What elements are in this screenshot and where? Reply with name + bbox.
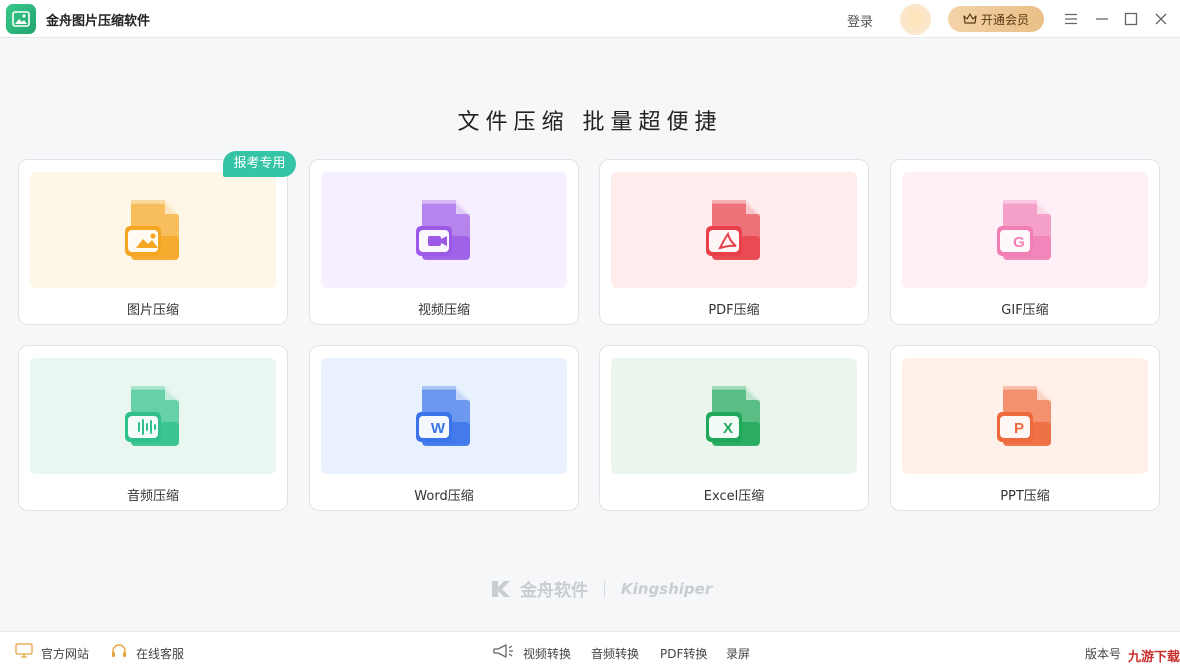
card-illustration xyxy=(30,358,276,474)
footer-bar: 官方网站 在线客服 视频转换 音频转换 PDF转换 录屏 版本号 xyxy=(0,631,1180,665)
card-video-compress[interactable]: 视频压缩 xyxy=(309,159,579,325)
crown-icon xyxy=(963,13,977,24)
screen-record-link[interactable]: 录屏 xyxy=(726,645,750,662)
audio-file-icon xyxy=(121,382,185,450)
pdf-convert-link[interactable]: PDF转换 xyxy=(660,645,707,662)
monitor-icon xyxy=(15,643,33,658)
vip-button[interactable]: 开通会员 xyxy=(948,6,1044,32)
video-file-icon xyxy=(412,196,476,264)
app-logo-icon xyxy=(6,4,36,34)
card-gif-compress[interactable]: G GIF压缩 xyxy=(890,159,1160,325)
exam-badge: 报考专用 xyxy=(223,151,296,177)
card-illustration: G xyxy=(902,172,1148,288)
online-service-link[interactable]: 在线客服 xyxy=(136,645,184,662)
card-ppt-compress[interactable]: P PPT压缩 xyxy=(890,345,1160,511)
word-file-icon: W xyxy=(412,382,476,450)
brand-divider xyxy=(604,580,605,597)
headset-icon xyxy=(112,644,126,657)
page-headline: 文件压缩 批量超便捷 xyxy=(457,110,723,135)
card-illustration: W xyxy=(321,358,567,474)
card-illustration xyxy=(30,172,276,288)
card-illustration xyxy=(611,172,857,288)
image-file-icon xyxy=(121,196,185,264)
menu-icon[interactable] xyxy=(1061,9,1081,29)
avatar[interactable] xyxy=(900,4,931,35)
title-bar: 金舟图片压缩软件 登录 开通会员 xyxy=(0,0,1180,38)
site-watermark: 九游下载网 xyxy=(1128,650,1180,665)
close-icon[interactable] xyxy=(1151,9,1171,29)
official-website-link[interactable]: 官方网站 xyxy=(41,645,89,662)
brand-name-cn: 金舟软件 xyxy=(520,581,588,601)
card-pdf-compress[interactable]: PDF压缩 xyxy=(599,159,869,325)
svg-text:P: P xyxy=(1014,420,1024,437)
brand-name-en: Kingshiper xyxy=(621,579,713,598)
app-title: 金舟图片压缩软件 xyxy=(46,14,151,29)
maximize-icon[interactable] xyxy=(1121,9,1141,29)
brand-logo-icon xyxy=(492,580,510,597)
login-link[interactable]: 登录 xyxy=(847,11,873,30)
card-label: 图片压缩 xyxy=(126,303,179,318)
card-illustration xyxy=(321,172,567,288)
card-audio-compress[interactable]: 音频压缩 xyxy=(18,345,288,511)
ppt-file-icon: P xyxy=(993,382,1057,450)
svg-text:W: W xyxy=(431,420,446,437)
card-image-compress[interactable]: 图片压缩 xyxy=(18,159,288,325)
gif-file-icon: G xyxy=(993,196,1057,264)
card-excel-compress[interactable]: X Excel压缩 xyxy=(599,345,869,511)
video-convert-link[interactable]: 视频转换 xyxy=(523,645,571,662)
pdf-file-icon xyxy=(702,196,766,264)
card-label: GIF压缩 xyxy=(1001,303,1049,318)
svg-text:G: G xyxy=(1013,234,1025,251)
brand-watermark: 金舟软件 Kingshiper xyxy=(490,576,712,601)
version-label: 版本号 xyxy=(1085,647,1122,661)
card-label: 视频压缩 xyxy=(417,303,470,318)
card-word-compress[interactable]: W Word压缩 xyxy=(309,345,579,511)
megaphone-icon xyxy=(493,644,513,658)
card-label: 音频压缩 xyxy=(126,489,179,504)
vip-button-label: 开通会员 xyxy=(980,12,1029,27)
card-illustration: X xyxy=(611,358,857,474)
card-illustration: P xyxy=(902,358,1148,474)
excel-file-icon: X xyxy=(702,382,766,450)
audio-convert-link[interactable]: 音频转换 xyxy=(591,645,639,662)
minimize-icon[interactable] xyxy=(1092,9,1112,29)
card-label: PPT压缩 xyxy=(1000,489,1050,504)
svg-text:X: X xyxy=(723,420,733,437)
card-label: Word压缩 xyxy=(414,489,474,504)
card-label: Excel压缩 xyxy=(703,489,765,504)
card-label: PDF压缩 xyxy=(708,303,760,318)
